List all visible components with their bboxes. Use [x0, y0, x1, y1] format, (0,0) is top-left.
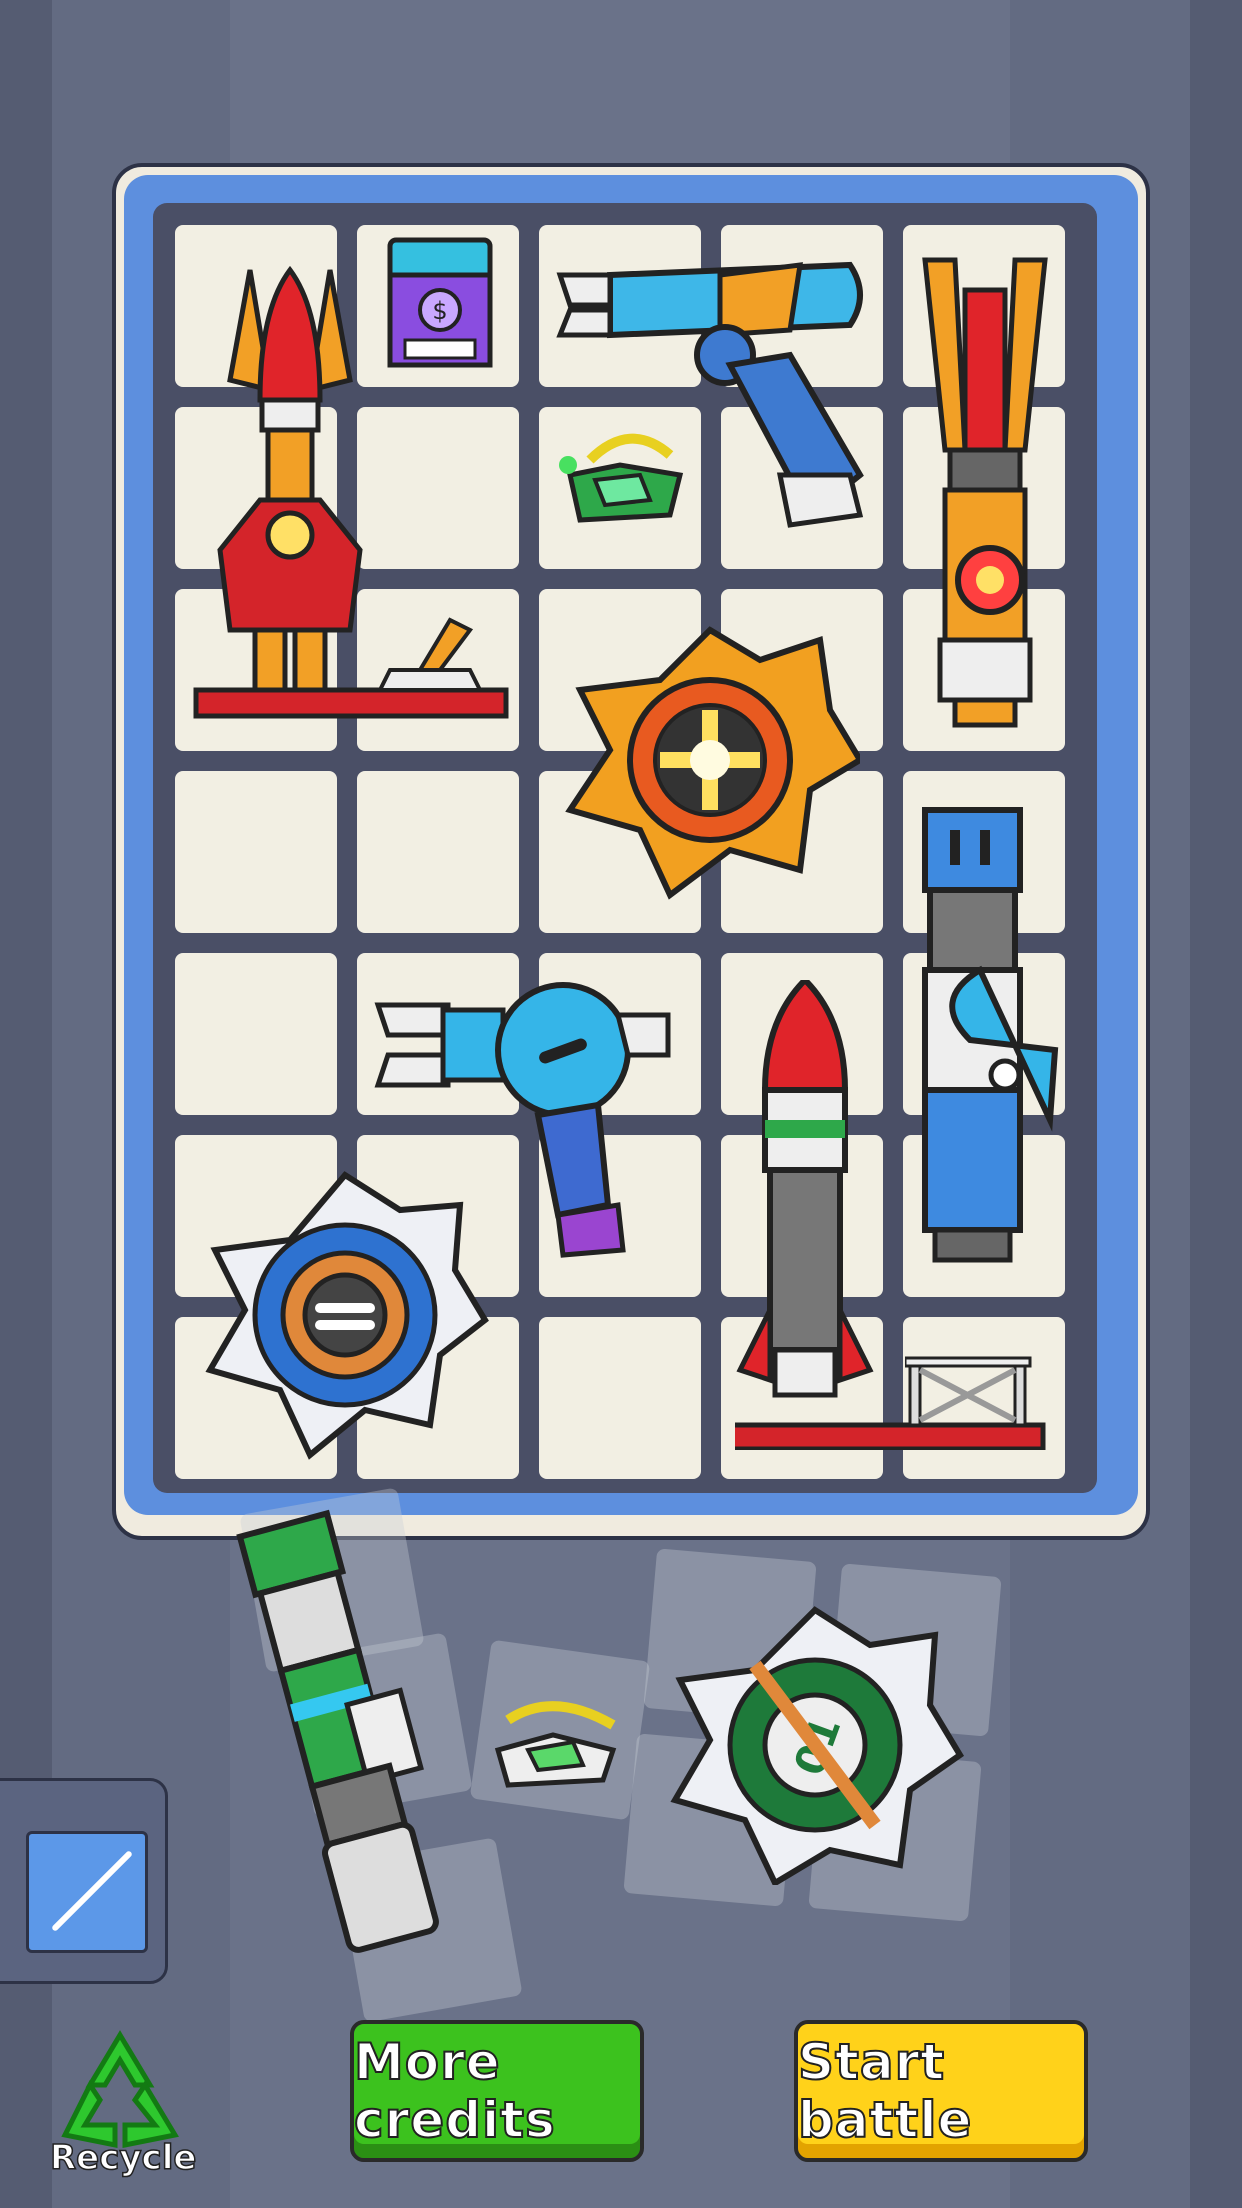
orange-laser-cannon-icon[interactable] [905, 250, 1065, 730]
grid-cell[interactable] [175, 771, 337, 933]
svg-text:$: $ [432, 297, 447, 325]
start-battle-button[interactable]: Start battle [794, 2020, 1088, 2162]
metal-scaffold-icon[interactable] [905, 1350, 1035, 1430]
recycle-label[interactable]: Recycle [49, 2137, 197, 2179]
orange-sawblade-icon[interactable] [560, 620, 860, 900]
bg-right-rail [1190, 0, 1242, 2208]
small-energy-module-icon[interactable] [488, 1680, 623, 1795]
blade-icon [50, 1849, 134, 1933]
credit-card-chip-icon[interactable]: $ [380, 235, 500, 375]
green-energy-module-icon[interactable] [550, 425, 695, 535]
blue-sawblade-icon[interactable] [200, 1170, 490, 1460]
recycle-icon[interactable] [45, 2025, 195, 2155]
grid-cell[interactable] [357, 771, 519, 933]
more-credits-button[interactable]: More credits [350, 2020, 644, 2162]
grid-cell[interactable] [539, 1317, 701, 1479]
weapon-slot[interactable] [26, 1831, 148, 1953]
grid-cell[interactable] [175, 953, 337, 1115]
side-weapon-tab[interactable] [0, 1778, 168, 1984]
green-sawblade-icon[interactable]: 01 [665, 1605, 965, 1885]
